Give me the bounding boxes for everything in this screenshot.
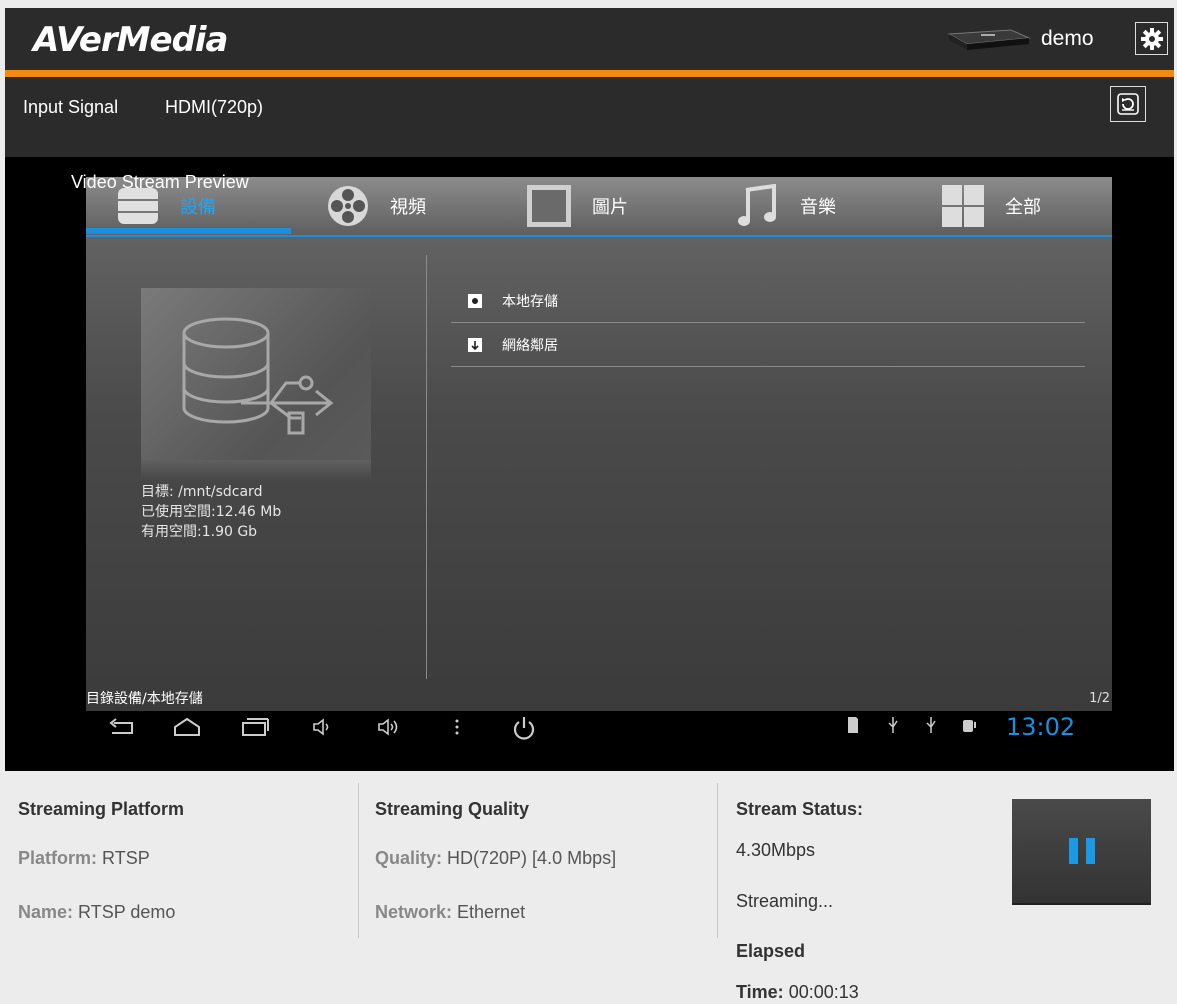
name-value: RTSP demo bbox=[78, 902, 176, 922]
stream-state: Streaming... bbox=[736, 891, 834, 911]
sd-card-icon bbox=[848, 717, 858, 733]
input-signal-value: HDMI(720p) bbox=[165, 97, 264, 117]
quality-field: Quality: HD(720P) [4.0 Mbps] bbox=[375, 848, 616, 869]
list-item-network-neighbor[interactable]: 網絡鄰居 bbox=[451, 323, 1085, 367]
tab-label: 音樂 bbox=[800, 197, 836, 218]
tab-all[interactable]: 全部 bbox=[941, 177, 1041, 235]
network-key: Network: bbox=[375, 902, 453, 922]
elapsed-label: Elapsed bbox=[736, 941, 806, 961]
usb-icon bbox=[926, 717, 936, 733]
streaming-box-icon bbox=[947, 29, 1031, 50]
name-key: Name: bbox=[18, 902, 74, 922]
page-indicator: 1/2 bbox=[1089, 691, 1110, 706]
stream-info-panel: Streaming Platform Platform: RTSP Name: … bbox=[0, 771, 1177, 1004]
video-stream-preview: Video Stream Preview 設備 視頻 圖片 音樂 全部 目標: … bbox=[5, 157, 1174, 771]
grid-icon bbox=[942, 185, 984, 227]
streaming-quality-heading: Streaming Quality bbox=[375, 799, 530, 819]
tab-videos[interactable]: 視頻 bbox=[326, 177, 426, 235]
tab-label: 全部 bbox=[1005, 197, 1041, 218]
pause-button[interactable] bbox=[1012, 799, 1151, 905]
volume-up-icon[interactable] bbox=[376, 715, 404, 739]
quality-value: HD(720P) [4.0 Mbps] bbox=[447, 848, 617, 868]
settings-button[interactable] bbox=[1135, 22, 1168, 55]
local-storage-icon bbox=[468, 293, 482, 308]
refresh-button[interactable] bbox=[1110, 86, 1146, 122]
recent-apps-icon[interactable] bbox=[240, 715, 270, 739]
platform-field: Platform: RTSP bbox=[18, 848, 150, 869]
list-item-label: 本地存儲 bbox=[502, 293, 558, 310]
picture-frame-icon bbox=[527, 185, 571, 227]
storage-thumbnail-reflection bbox=[141, 460, 371, 480]
tab-label: 設備 bbox=[180, 197, 216, 218]
refresh-icon bbox=[1117, 93, 1139, 115]
streaming-platform-heading: Streaming Platform bbox=[18, 799, 185, 819]
list-item-local-storage[interactable]: 本地存儲 bbox=[451, 279, 1085, 323]
platform-value: RTSP bbox=[102, 848, 150, 868]
storage-target: 目標: /mnt/sdcard bbox=[141, 484, 263, 500]
usb-icon bbox=[888, 717, 898, 733]
music-note-icon bbox=[738, 184, 776, 226]
android-nav-bar: 13:02 bbox=[86, 711, 1112, 751]
android-debug-icon bbox=[963, 720, 976, 732]
brand-logo: AVerMedia bbox=[33, 20, 229, 60]
film-reel-icon bbox=[328, 186, 368, 226]
stream-status-heading: Stream Status: bbox=[736, 799, 864, 819]
column-divider bbox=[358, 783, 359, 938]
power-icon[interactable] bbox=[510, 715, 538, 743]
storage-used: 已使用空間:12.46 Mb bbox=[141, 504, 282, 520]
tab-label: 視頻 bbox=[390, 197, 426, 218]
tab-pictures[interactable]: 圖片 bbox=[526, 177, 628, 235]
tab-music[interactable]: 音樂 bbox=[736, 177, 836, 235]
pause-icon bbox=[1068, 838, 1095, 864]
network-value: Ethernet bbox=[457, 902, 526, 922]
preview-label: Video Stream Preview bbox=[71, 172, 249, 192]
name-field: Name: RTSP demo bbox=[18, 902, 175, 923]
breadcrumb: 目錄設備/本地存儲 bbox=[86, 691, 203, 707]
top-bar: AVerMedia demo bbox=[5, 8, 1174, 70]
status-clock: 13:02 bbox=[1006, 713, 1076, 741]
storage-thumbnail bbox=[141, 288, 371, 460]
input-signal-bar: Input Signal HDMI(720p) bbox=[5, 77, 1174, 157]
accent-divider bbox=[5, 70, 1174, 77]
quality-key: Quality: bbox=[375, 848, 443, 868]
preview-screen[interactable]: 設備 視頻 圖片 音樂 全部 目標: /mnt/sdcard 已使用空間:12.… bbox=[86, 177, 1112, 711]
elapsed-time-field: Time: 00:00:13 bbox=[736, 982, 859, 1003]
network-neighbor-icon bbox=[468, 337, 482, 352]
gear-icon bbox=[1140, 27, 1163, 50]
time-value: 00:00:13 bbox=[788, 982, 859, 1002]
input-signal-label: Input Signal bbox=[23, 97, 119, 117]
platform-key: Platform: bbox=[18, 848, 98, 868]
tab-label: 圖片 bbox=[592, 197, 628, 218]
volume-down-icon[interactable] bbox=[311, 715, 335, 739]
network-field: Network: Ethernet bbox=[375, 902, 525, 923]
active-tab-indicator bbox=[86, 228, 291, 234]
home-icon[interactable] bbox=[172, 715, 202, 739]
user-name[interactable]: demo bbox=[1041, 27, 1094, 51]
back-icon[interactable] bbox=[106, 715, 136, 739]
list-item-label: 網絡鄰居 bbox=[502, 337, 558, 354]
stream-bitrate: 4.30Mbps bbox=[736, 840, 816, 860]
usb-storage-icon bbox=[182, 317, 334, 435]
time-key: Time: bbox=[736, 982, 784, 1002]
storage-available: 有用空間:1.90 Gb bbox=[141, 524, 258, 540]
menu-dots-icon[interactable] bbox=[452, 715, 462, 739]
column-divider bbox=[717, 783, 718, 938]
panel-divider bbox=[426, 255, 427, 679]
